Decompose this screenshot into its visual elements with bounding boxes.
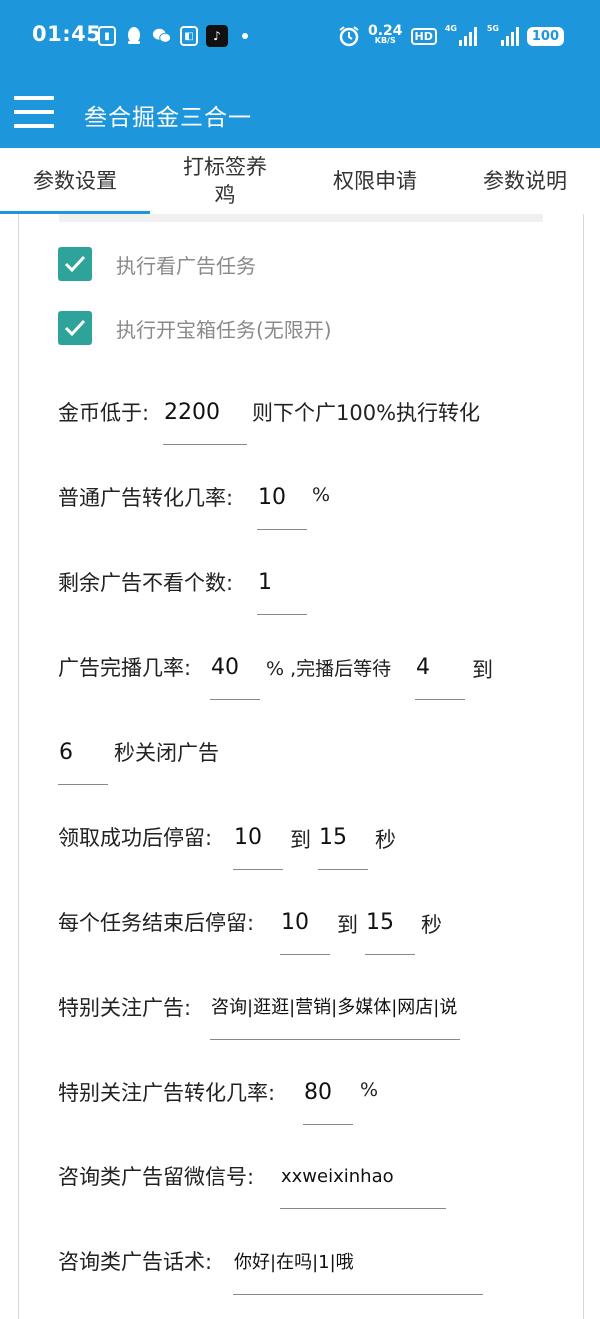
scroll-top-strip — [59, 214, 543, 222]
battery-icon: 100 — [526, 26, 564, 46]
complete-rate-label: 广告完播几率: — [58, 656, 192, 680]
alarm-icon — [339, 26, 359, 47]
special-ads-input[interactable]: 咨询|逛逛|营销|多媒体|网店|说 — [210, 988, 460, 1040]
status-time: 01:45 — [32, 22, 102, 46]
tab-tag-chicken[interactable]: 打标签养 鸡 — [150, 148, 300, 214]
shop-notification-icon: ◧ — [180, 26, 198, 46]
watch-ads-label: 执行看广告任务 — [116, 253, 256, 278]
special-ads-label: 特别关注广告: — [58, 996, 192, 1020]
app-title: 叁合掘金三合一 — [84, 105, 252, 131]
hd-icon: HD — [410, 27, 437, 45]
special-rate-label: 特别关注广告转化几率: — [58, 1081, 276, 1105]
normal-rate-label: 普通广告转化几率: — [58, 486, 234, 510]
tab-parameter-description[interactable]: 参数说明 — [450, 148, 600, 214]
receive-stay-label: 领取成功后停留: — [58, 826, 213, 850]
receive-stay-from-input[interactable]: 10 — [233, 818, 283, 870]
status-bar: 01:45 ▮ ◧ ♪ 0.24 KB/S HD 4G 5G 100 — [0, 0, 600, 74]
wechat-input[interactable]: xxweixinhao — [280, 1157, 446, 1209]
signal-5g-icon: 5G — [487, 24, 519, 46]
normal-rate-unit: % — [312, 484, 331, 506]
coin-suffix: 则下个广100%执行转化 — [252, 401, 481, 425]
open-chest-label: 执行开宝箱任务(无限开) — [116, 317, 332, 342]
script-label: 咨询类广告话术: — [58, 1250, 213, 1274]
close-ad-suffix: 秒关闭广告 — [114, 741, 219, 765]
receive-stay-to-input[interactable]: 15 — [318, 818, 368, 870]
normal-rate-input[interactable]: 10 — [257, 478, 307, 530]
remaining-label: 剩余广告不看个数: — [58, 571, 234, 595]
watch-ads-checkbox[interactable] — [58, 247, 92, 281]
task-stay-to-input[interactable]: 15 — [365, 903, 415, 955]
complete-rate-input[interactable]: 40 — [210, 648, 260, 700]
tab-bar: 参数设置 打标签养 鸡 权限申请 参数说明 — [0, 148, 600, 214]
wait-to-input[interactable]: 6 — [58, 733, 108, 785]
menu-icon[interactable] — [14, 96, 54, 128]
qq-icon — [124, 26, 144, 46]
wechat-label: 咨询类广告留微信号: — [58, 1165, 255, 1189]
wechat-icon — [152, 26, 172, 46]
notification-icons: ▮ ◧ ♪ — [98, 24, 248, 48]
signal-4g-icon: 4G — [445, 24, 477, 46]
complete-rate-mid: % ,完播后等待 — [266, 658, 392, 680]
task-stay-from-input[interactable]: 10 — [280, 903, 330, 955]
task-stay-label: 每个任务结束后停留: — [58, 911, 255, 935]
coin-threshold-input[interactable]: 2200 — [163, 393, 247, 445]
special-rate-input[interactable]: 80 — [303, 1073, 353, 1125]
open-chest-checkbox[interactable] — [58, 311, 92, 345]
status-indicators: 0.24 KB/S HD 4G 5G 100 — [338, 22, 564, 50]
check-icon — [64, 255, 86, 273]
tab-permission-request[interactable]: 权限申请 — [300, 148, 450, 214]
network-speed: 0.24 KB/S — [367, 23, 403, 45]
tiktok-icon: ♪ — [206, 25, 228, 47]
task-stay-to-word: 到 — [337, 913, 358, 937]
coin-label: 金币低于: — [58, 401, 150, 425]
script-input[interactable]: 你好|在吗|1|哦 — [233, 1243, 483, 1295]
checkbox-row-open-chest[interactable]: 执行开宝箱任务(无限开) — [58, 311, 332, 345]
remaining-input[interactable]: 1 — [257, 563, 307, 615]
wait-from-input[interactable]: 4 — [415, 648, 465, 700]
special-rate-unit: % — [360, 1079, 379, 1101]
more-notifications-icon — [242, 33, 248, 39]
receive-stay-unit: 秒 — [375, 828, 396, 852]
tab-parameter-settings[interactable]: 参数设置 — [0, 148, 150, 214]
checkbox-row-watch-ads[interactable]: 执行看广告任务 — [58, 247, 256, 281]
app-notification-icon: ▮ — [98, 26, 116, 46]
check-icon — [64, 319, 86, 337]
wait-to-word: 到 — [472, 658, 493, 682]
receive-stay-to-word: 到 — [290, 828, 311, 852]
task-stay-unit: 秒 — [421, 913, 442, 937]
app-bar: 叁合掘金三合一 — [0, 74, 600, 148]
